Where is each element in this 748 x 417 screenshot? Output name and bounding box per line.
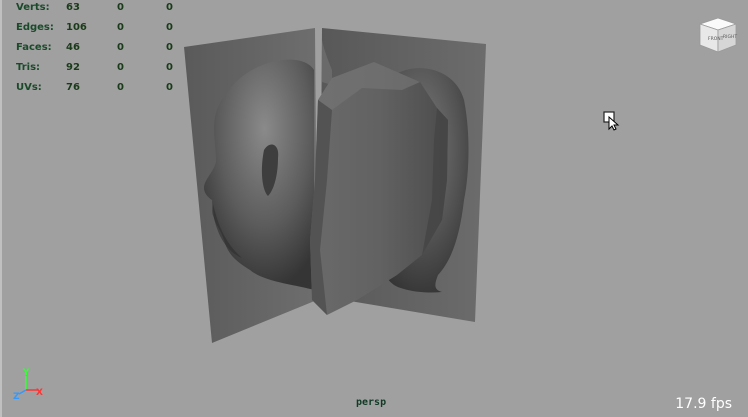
viewcube-icon[interactable]: FRONT RIGHT <box>694 12 740 58</box>
axis-gizmo-icon: Y Z X <box>13 368 43 400</box>
viewcube-front-label: FRONT <box>708 36 724 42</box>
axis-y-label: Y <box>22 368 30 378</box>
axis-x-label: X <box>36 388 43 398</box>
fps-readout: 17.9 fps <box>675 396 732 412</box>
axis-z-label: Z <box>13 392 20 400</box>
side-reference-plane[interactable] <box>184 28 317 343</box>
3d-viewport[interactable]: Verts: 63 0 0 Edges: 106 0 0 Faces: 46 0… <box>0 0 748 417</box>
scene-render[interactable] <box>2 0 748 417</box>
viewcube-right-label: RIGHT <box>723 34 737 40</box>
pointer-with-box-icon <box>603 111 620 131</box>
camera-name-label: persp <box>356 397 387 408</box>
